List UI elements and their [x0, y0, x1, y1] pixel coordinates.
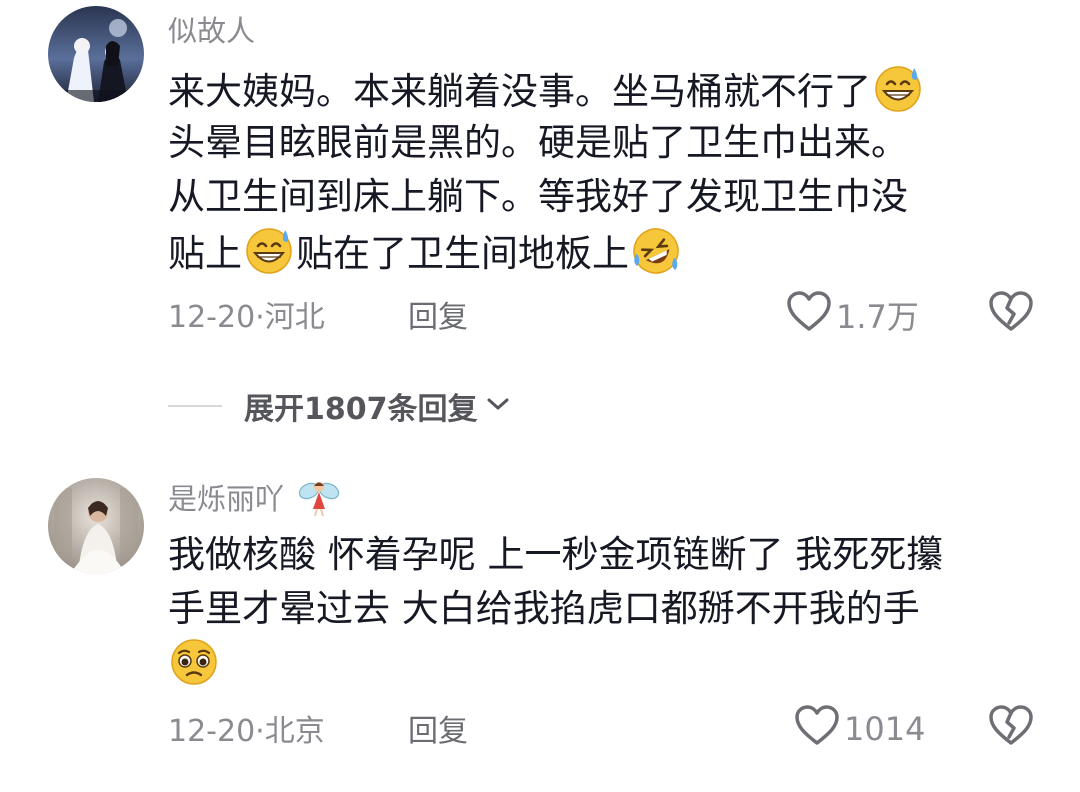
fairy-emoji: [297, 477, 341, 524]
broken-heart-icon: [988, 705, 1034, 750]
comment-text-line: [168, 636, 1048, 690]
reply-button[interactable]: 回复: [408, 706, 468, 750]
username-text: 是烁丽吖: [168, 482, 285, 516]
comment-text: 我做核酸 怀着孕呢 上一秒金项链断了 我死死攥 手里才晕过去 大白给我掐虎口都掰…: [168, 528, 1048, 690]
comment-text-line: 手里才晕过去 大白给我掐虎口都掰不开我的手: [168, 587, 920, 630]
comment-text-line: 我做核酸 怀着孕呢 上一秒金项链断了 我死死攥: [168, 533, 944, 576]
avatar[interactable]: [48, 478, 144, 574]
comment-username[interactable]: 是烁丽吖: [168, 476, 341, 524]
dislike-button[interactable]: [988, 704, 1034, 750]
like-count: 1014: [844, 710, 926, 748]
like-button[interactable]: 1014: [794, 704, 925, 754]
comment-item: 是烁丽吖 我做核酸 怀着孕呢 上一秒金项链断了 我死死攥 手里才晕过去 大白给我…: [0, 0, 1080, 792]
heart-outline-icon: [794, 704, 844, 754]
pleading-emoji: [168, 636, 220, 688]
comment-date-location: 12-20·北京: [168, 714, 325, 749]
